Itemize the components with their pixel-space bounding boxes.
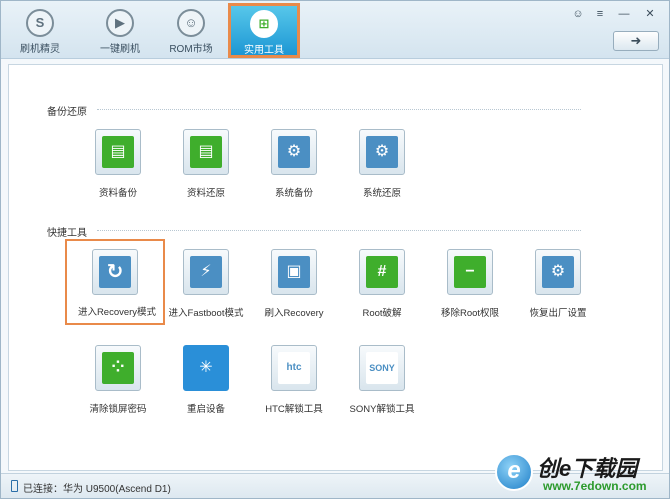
- android-unroot-icon: −: [454, 256, 486, 288]
- menu-icon[interactable]: ≡: [589, 7, 611, 21]
- tool-data-restore[interactable]: ▤ 资料还原: [161, 129, 251, 211]
- document-icon: ▤: [102, 136, 134, 168]
- section-title-quick-tools: 快捷工具: [47, 228, 87, 239]
- tool-factory-reset[interactable]: ⚙ 恢复出厂设置: [513, 249, 603, 331]
- nav-tab-label: 刷机精灵: [20, 44, 60, 55]
- refresh-button[interactable]: ➜: [613, 31, 659, 51]
- nav-tab-label: 实用工具: [244, 45, 284, 56]
- tool-tile: SONY: [359, 345, 405, 391]
- one-click-flash-icon: ▶: [106, 9, 134, 37]
- tool-data-backup[interactable]: ▤ 资料备份: [73, 129, 163, 211]
- android-icon: ☺: [177, 9, 205, 37]
- tool-label: 恢复出厂设置: [529, 308, 587, 319]
- tool-tile: ✳: [183, 345, 229, 391]
- tool-tile: ⚙: [535, 249, 581, 295]
- section-title-backup-restore: 备份还原: [47, 107, 87, 118]
- tool-sony-unlock[interactable]: SONY SONY解锁工具: [337, 345, 427, 427]
- htc-lock-icon: htc: [278, 352, 310, 384]
- close-button[interactable]: ✕: [639, 7, 661, 21]
- tool-tile: ▤: [183, 129, 229, 175]
- nav-tab-rom-market[interactable]: ☺ ROM市场: [163, 5, 219, 57]
- tool-label: SONY解锁工具: [349, 404, 415, 415]
- tool-tile: ⚙: [271, 129, 317, 175]
- tool-tile: ↻: [92, 249, 138, 295]
- tool-tile: #: [359, 249, 405, 295]
- tool-reboot-device[interactable]: ✳ 重启设备: [161, 345, 251, 427]
- arrow-right-icon: ➜: [630, 33, 642, 48]
- nav-tab-utility-tools[interactable]: ⊞ 实用工具: [228, 3, 300, 58]
- flash-wizard-icon: S: [26, 9, 54, 37]
- tool-tile: ▣: [271, 249, 317, 295]
- app-window: S 刷机精灵 ▶ 一键刷机 ☺ ROM市场 ⊞ 实用工具 ☺ ≡ — ✕ ➜ 备…: [0, 0, 670, 499]
- nav-tab-label: 一键刷机: [100, 44, 140, 55]
- tool-enter-recovery-mode[interactable]: ↻ 进入Recovery模式: [65, 239, 165, 325]
- loading-spinner-icon: ✳: [190, 352, 222, 384]
- tool-system-backup[interactable]: ⚙ 系统备份: [249, 129, 339, 211]
- phone-connected-icon: [11, 480, 18, 492]
- tool-tile: ▤: [95, 129, 141, 175]
- gears-icon: ⚙: [542, 256, 574, 288]
- tool-root-crack[interactable]: # Root破解: [337, 249, 427, 331]
- tool-label: 系统还原: [362, 188, 401, 199]
- tool-tile: −: [447, 249, 493, 295]
- connection-status: 已连接：华为 U9500(Ascend D1): [23, 484, 171, 495]
- tools-panel: 备份还原 ▤ 资料备份 ▤ 资料还原 ⚙ 系统备份 ⚙ 系统还原 快捷工具 ↻ …: [8, 64, 663, 471]
- system-restore-icon: ⚙: [366, 136, 398, 168]
- top-navigation-bar: S 刷机精灵 ▶ 一键刷机 ☺ ROM市场 ⊞ 实用工具 ☺ ≡ — ✕ ➜: [1, 1, 669, 59]
- tool-tile: htc: [271, 345, 317, 391]
- nav-tab-flash-wizard[interactable]: S 刷机精灵: [15, 5, 65, 57]
- feedback-icon[interactable]: ☺: [567, 7, 589, 21]
- system-gear-icon: ⚙: [278, 136, 310, 168]
- nav-tab-label: ROM市场: [169, 44, 213, 55]
- document-restore-icon: ▤: [190, 136, 222, 168]
- tool-tile: ⚡: [183, 249, 229, 295]
- refresh-circle-icon: ↻: [99, 256, 131, 288]
- minimize-button[interactable]: —: [613, 7, 635, 21]
- tool-remove-root[interactable]: − 移除Root权限: [425, 249, 515, 331]
- nav-tab-one-click-flash[interactable]: ▶ 一键刷机: [93, 5, 147, 57]
- pattern-lock-icon: ⁘: [102, 352, 134, 384]
- tool-clear-lock-password[interactable]: ⁘ 清除锁屏密码: [73, 345, 163, 427]
- lightning-icon: ⚡: [190, 256, 222, 288]
- watermark: e 创e下载园 www.7edown.com: [491, 451, 669, 497]
- phone-icon: ▣: [278, 256, 310, 288]
- section-divider: [97, 109, 581, 110]
- android-root-icon: #: [366, 256, 398, 288]
- watermark-logo-icon: e: [495, 453, 533, 491]
- section-divider: [97, 230, 581, 231]
- tool-tile: ⚙: [359, 129, 405, 175]
- tool-flash-recovery[interactable]: ▣ 刷入Recovery: [249, 249, 339, 331]
- watermark-url: www.7edown.com: [543, 479, 647, 493]
- tool-tile: ⁘: [95, 345, 141, 391]
- sony-lock-icon: SONY: [366, 352, 398, 384]
- tools-grid-icon: ⊞: [250, 10, 278, 38]
- tool-enter-fastboot-mode[interactable]: ⚡ 进入Fastboot模式: [161, 249, 251, 331]
- tool-htc-unlock[interactable]: htc HTC解锁工具: [249, 345, 339, 427]
- tool-system-restore[interactable]: ⚙ 系统还原: [337, 129, 427, 211]
